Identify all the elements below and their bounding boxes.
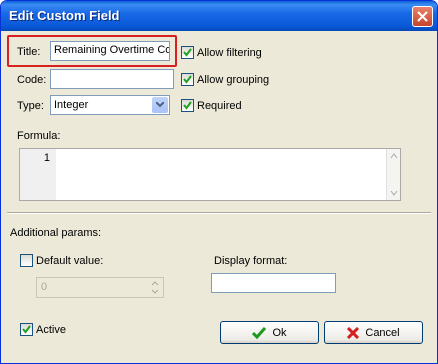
active-label: Active (36, 323, 66, 336)
display-format-label: Display format: (214, 255, 288, 267)
allow-filtering-label: Allow filtering (197, 46, 262, 59)
allow-grouping-label: Allow grouping (197, 73, 270, 86)
code-field[interactable] (50, 69, 174, 89)
active-box[interactable] (20, 323, 33, 336)
check-icon (183, 75, 192, 84)
dropdown-arrow-icon (156, 102, 164, 108)
line-number-gutter: 1 (20, 149, 56, 200)
type-label: Type: (17, 100, 44, 112)
scroll-down-icon[interactable] (388, 187, 400, 199)
ok-button[interactable]: Ok (220, 321, 319, 344)
check-icon (22, 325, 31, 334)
title-bar[interactable]: Edit Custom Field (1, 1, 437, 31)
required-checkbox[interactable]: Required (181, 99, 242, 112)
dialog-title: Edit Custom Field (9, 8, 120, 23)
title-label: Title: (17, 46, 41, 58)
code-label: Code: (17, 74, 47, 86)
title-field[interactable]: Remaining Overtime Co (50, 41, 170, 61)
default-value-checkbox[interactable]: Default value: (20, 254, 103, 267)
dialog-body: Title: Remaining Overtime Co Code: Type:… (4, 31, 434, 362)
formula-label: Formula: (17, 130, 61, 142)
formula-editor[interactable]: 1 (19, 148, 401, 201)
required-box[interactable] (181, 99, 194, 112)
close-icon (417, 11, 428, 22)
ok-check-icon (252, 326, 267, 339)
additional-params-label: Additional params: (10, 227, 102, 239)
close-button[interactable] (412, 6, 433, 27)
allow-filtering-box[interactable] (181, 46, 194, 59)
scroll-up-icon[interactable] (388, 150, 400, 162)
ok-label: Ok (272, 326, 287, 339)
edit-custom-field-dialog: Edit Custom Field Title: Remaining Overt… (0, 0, 438, 364)
formula-scrollbar[interactable] (386, 149, 400, 200)
default-value-box[interactable] (20, 254, 33, 267)
check-icon (183, 48, 192, 57)
allow-grouping-checkbox[interactable]: Allow grouping (181, 73, 269, 86)
cancel-label: Cancel (365, 326, 400, 339)
allow-grouping-box[interactable] (181, 73, 194, 86)
title-value: Remaining Overtime Co (54, 44, 170, 56)
default-value-label: Default value: (36, 254, 104, 267)
default-value-value: 0 (41, 281, 48, 293)
required-label: Required (197, 99, 242, 112)
cancel-x-icon (347, 326, 360, 339)
section-divider (7, 212, 431, 214)
allow-filtering-checkbox[interactable]: Allow filtering (181, 46, 262, 59)
check-icon (183, 101, 192, 110)
active-checkbox[interactable]: Active (20, 323, 66, 336)
default-value-spinner[interactable]: 0 (36, 277, 164, 298)
type-value: Integer (54, 99, 89, 111)
line-number: 1 (43, 152, 50, 164)
spinner-arrows-icon[interactable] (148, 279, 162, 296)
type-select[interactable]: Integer (50, 95, 170, 115)
display-format-field[interactable] (211, 273, 336, 293)
dropdown-button[interactable] (152, 97, 168, 113)
cancel-button[interactable]: Cancel (324, 321, 423, 344)
